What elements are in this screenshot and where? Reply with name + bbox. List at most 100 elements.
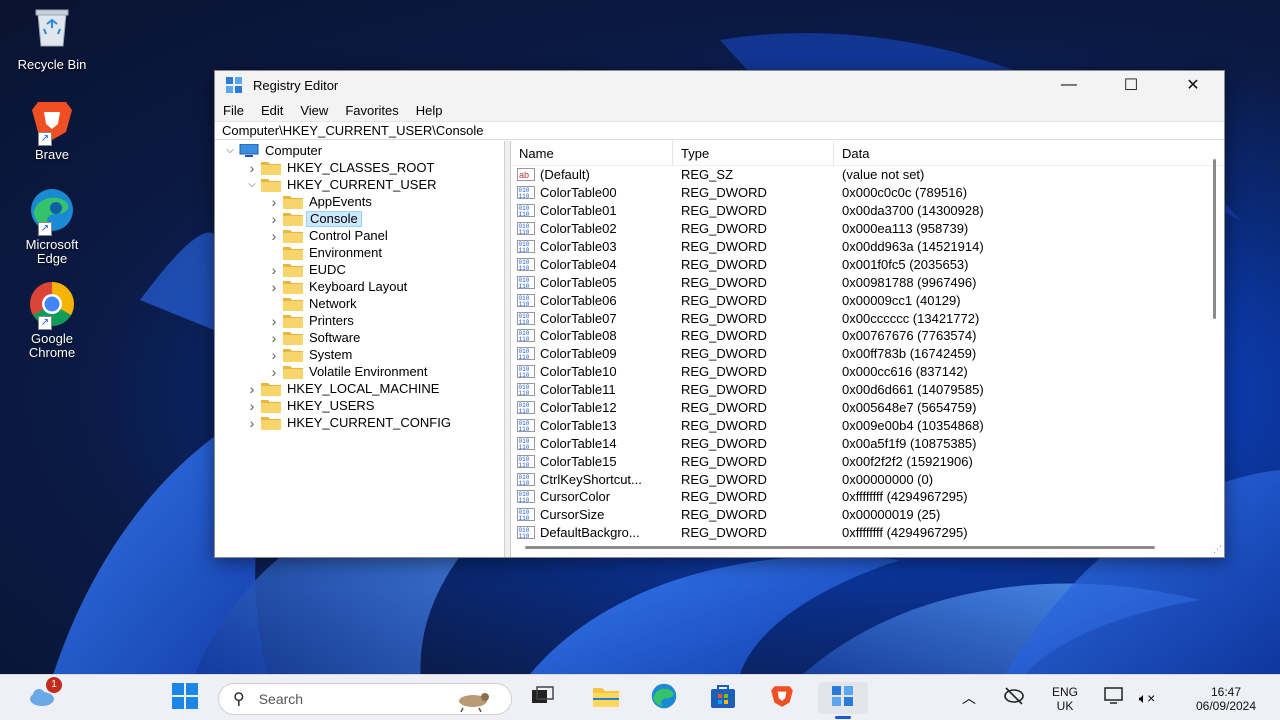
tree-item[interactable]: › System (215, 346, 504, 363)
value-name: ColorTable02 (540, 221, 617, 237)
value-row[interactable]: 010 110 CursorColor REG_DWORD 0xffffffff (42… (511, 488, 1224, 506)
chevron-right-icon[interactable]: › (267, 364, 281, 380)
language-indicator[interactable]: ENG UK (1044, 685, 1086, 713)
value-data: 0x00da3700 (14300928) (842, 203, 984, 219)
display-button[interactable] (1100, 682, 1130, 714)
chevron-right-icon[interactable]: › (245, 381, 259, 397)
registry-editor-taskbar-button[interactable] (818, 682, 868, 714)
taskbar-search[interactable]: ⚲ Search (218, 683, 512, 715)
value-name-cell: 010 110 ColorTable12 (511, 400, 673, 415)
value-row[interactable]: 010 110 ColorTable06 REG_DWORD 0x00009cc1 (4… (511, 291, 1224, 309)
value-row[interactable]: 010 110 ColorTable01 REG_DWORD 0x00da3700 (1… (511, 202, 1224, 220)
chevron-right-icon[interactable]: › (267, 228, 281, 244)
chevron-right-icon[interactable]: › (245, 160, 259, 176)
chevron-right-icon[interactable]: › (267, 347, 281, 363)
desktop-icon-edge[interactable]: ↗ Microsoft Edge (8, 186, 96, 266)
value-row[interactable]: 010 110 ColorTable13 REG_DWORD 0x009e00b4 (1… (511, 416, 1224, 434)
edge-taskbar-button[interactable] (647, 682, 681, 714)
tree-item[interactable]: › HKEY_CURRENT_CONFIG (215, 414, 504, 431)
value-row[interactable]: 010 110 ColorTable00 REG_DWORD 0x000c0c0c (7… (511, 184, 1224, 202)
value-row[interactable]: 010 110 ColorTable12 REG_DWORD 0x005648e7 (5… (511, 399, 1224, 417)
chevron-right-icon[interactable]: › (245, 415, 259, 431)
volume-button[interactable]: 🔈︎× (1132, 682, 1162, 714)
value-type: REG_DWORD (681, 203, 767, 219)
value-row[interactable]: 010 110 ColorTable04 REG_DWORD 0x001f0fc5 (2… (511, 255, 1224, 273)
chevron-down-icon[interactable]: ⌵ (245, 179, 259, 190)
value-type: REG_DWORD (681, 525, 767, 541)
menu-help[interactable]: Help (416, 103, 443, 118)
desktop-icon-chrome[interactable]: ↗ Google Chrome (8, 280, 96, 360)
minimize-button[interactable]: — (1038, 71, 1100, 99)
column-header-data[interactable]: Data (834, 141, 1204, 166)
tree-item[interactable]: › AppEvents (215, 193, 504, 210)
address-bar[interactable]: Computer\HKEY_CURRENT_USER\Console (215, 121, 1224, 140)
language-code: ENG (1051, 685, 1078, 699)
menu-favorites[interactable]: Favorites (345, 103, 398, 118)
chevron-right-icon[interactable]: › (267, 313, 281, 329)
horizontal-scrollbar[interactable] (525, 546, 1155, 549)
value-row[interactable]: 010 110 ColorTable15 REG_DWORD 0x00f2f2f2 (1… (511, 452, 1224, 470)
value-row[interactable]: 010 110 CursorSize REG_DWORD 0x00000019 (25) (511, 506, 1224, 524)
tree-item[interactable]: › Printers (215, 312, 504, 329)
task-view-button[interactable] (526, 682, 560, 714)
chevron-right-icon[interactable]: › (245, 398, 259, 414)
chevron-down-icon[interactable]: ⌵ (223, 145, 237, 156)
network-status-button[interactable] (999, 682, 1029, 714)
column-header-name[interactable]: Name (511, 141, 673, 166)
maximize-button[interactable]: ☐ (1100, 71, 1162, 99)
chevron-right-icon[interactable]: › (267, 262, 281, 278)
value-row[interactable]: 010 110 ColorTable05 REG_DWORD 0x00981788 (9… (511, 273, 1224, 291)
tree-item[interactable]: › HKEY_LOCAL_MACHINE (215, 380, 504, 397)
tree-item-computer[interactable]: ⌵ Computer (215, 142, 504, 159)
clock[interactable]: 16:47 06/09/2024 (1176, 685, 1276, 713)
tree-item[interactable]: › Console (215, 210, 504, 227)
desktop-icon-recycle-bin[interactable]: Recycle Bin (8, 6, 96, 72)
value-row[interactable]: 010 110 ColorTable03 REG_DWORD 0x00dd963a (1… (511, 238, 1224, 256)
file-explorer-button[interactable] (589, 682, 623, 714)
chevron-right-icon[interactable]: › (267, 279, 281, 295)
svg-text:110: 110 (519, 533, 530, 539)
tree-item[interactable]: › Volatile Environment (215, 363, 504, 380)
title-bar[interactable]: Registry Editor — ☐ ✕ (215, 71, 1224, 99)
vertical-scrollbar[interactable] (1213, 159, 1216, 319)
value-row[interactable]: 010 110 DefaultBackgro... REG_DWORD 0xffffff… (511, 524, 1224, 542)
desktop-icon-brave[interactable]: ↗ Brave (8, 96, 96, 162)
menu-view[interactable]: View (300, 103, 328, 118)
value-row[interactable]: 010 110 ColorTable07 REG_DWORD 0x00cccccc (1… (511, 309, 1224, 327)
chevron-right-icon[interactable]: › (267, 194, 281, 210)
menu-file[interactable]: File (223, 103, 244, 118)
weather-widget[interactable]: 1 (26, 677, 62, 714)
tree-item[interactable]: › Keyboard Layout (215, 278, 504, 295)
value-row[interactable]: 010 110 CtrlKeyShortcut... REG_DWORD 0x00000… (511, 470, 1224, 488)
tree-item[interactable]: Network (215, 295, 504, 312)
start-button[interactable] (168, 682, 202, 714)
column-header-type[interactable]: Type (673, 141, 834, 166)
tree-item[interactable]: › Software (215, 329, 504, 346)
value-data: 0x00000000 (0) (842, 471, 934, 487)
tree-item[interactable]: › HKEY_CLASSES_ROOT (215, 159, 504, 176)
chevron-right-icon[interactable]: › (267, 330, 281, 346)
value-row[interactable]: 010 110 ColorTable02 REG_DWORD 0x000ea113 (9… (511, 220, 1224, 238)
value-row[interactable]: 010 110 ColorTable14 REG_DWORD 0x00a5f1f9 (1… (511, 434, 1224, 452)
value-type: REG_DWORD (681, 471, 767, 487)
menu-edit[interactable]: Edit (261, 103, 283, 118)
brave-taskbar-button[interactable] (765, 682, 799, 714)
tray-overflow-button[interactable]: ︿ (954, 682, 984, 714)
value-row[interactable]: 010 110 ColorTable10 REG_DWORD 0x000cc616 (8… (511, 363, 1224, 381)
store-button[interactable] (706, 682, 740, 714)
tree-item[interactable]: Environment (215, 244, 504, 261)
value-row[interactable]: ab (Default) REG_SZ (value not set) (511, 166, 1224, 184)
tree-item[interactable]: › HKEY_USERS (215, 397, 504, 414)
value-row[interactable]: 010 110 ColorTable08 REG_DWORD 0x00767676 (7… (511, 327, 1224, 345)
resize-grip-icon[interactable]: ⋰ (1213, 544, 1222, 555)
tree-item[interactable]: › EUDC (215, 261, 504, 278)
tree-item[interactable]: ⌵ HKEY_CURRENT_USER (215, 176, 504, 193)
value-data: 0x00981788 (9967496) (842, 274, 977, 290)
tree-item[interactable]: › Control Panel (215, 227, 504, 244)
svg-text:110: 110 (519, 372, 530, 378)
value-name: (Default) (540, 167, 590, 183)
value-row[interactable]: 010 110 ColorTable09 REG_DWORD 0x00ff783b (1… (511, 345, 1224, 363)
chevron-right-icon[interactable]: › (267, 211, 281, 227)
close-button[interactable]: ✕ (1162, 71, 1224, 99)
value-row[interactable]: 010 110 ColorTable11 REG_DWORD 0x00d6d661 (1… (511, 381, 1224, 399)
